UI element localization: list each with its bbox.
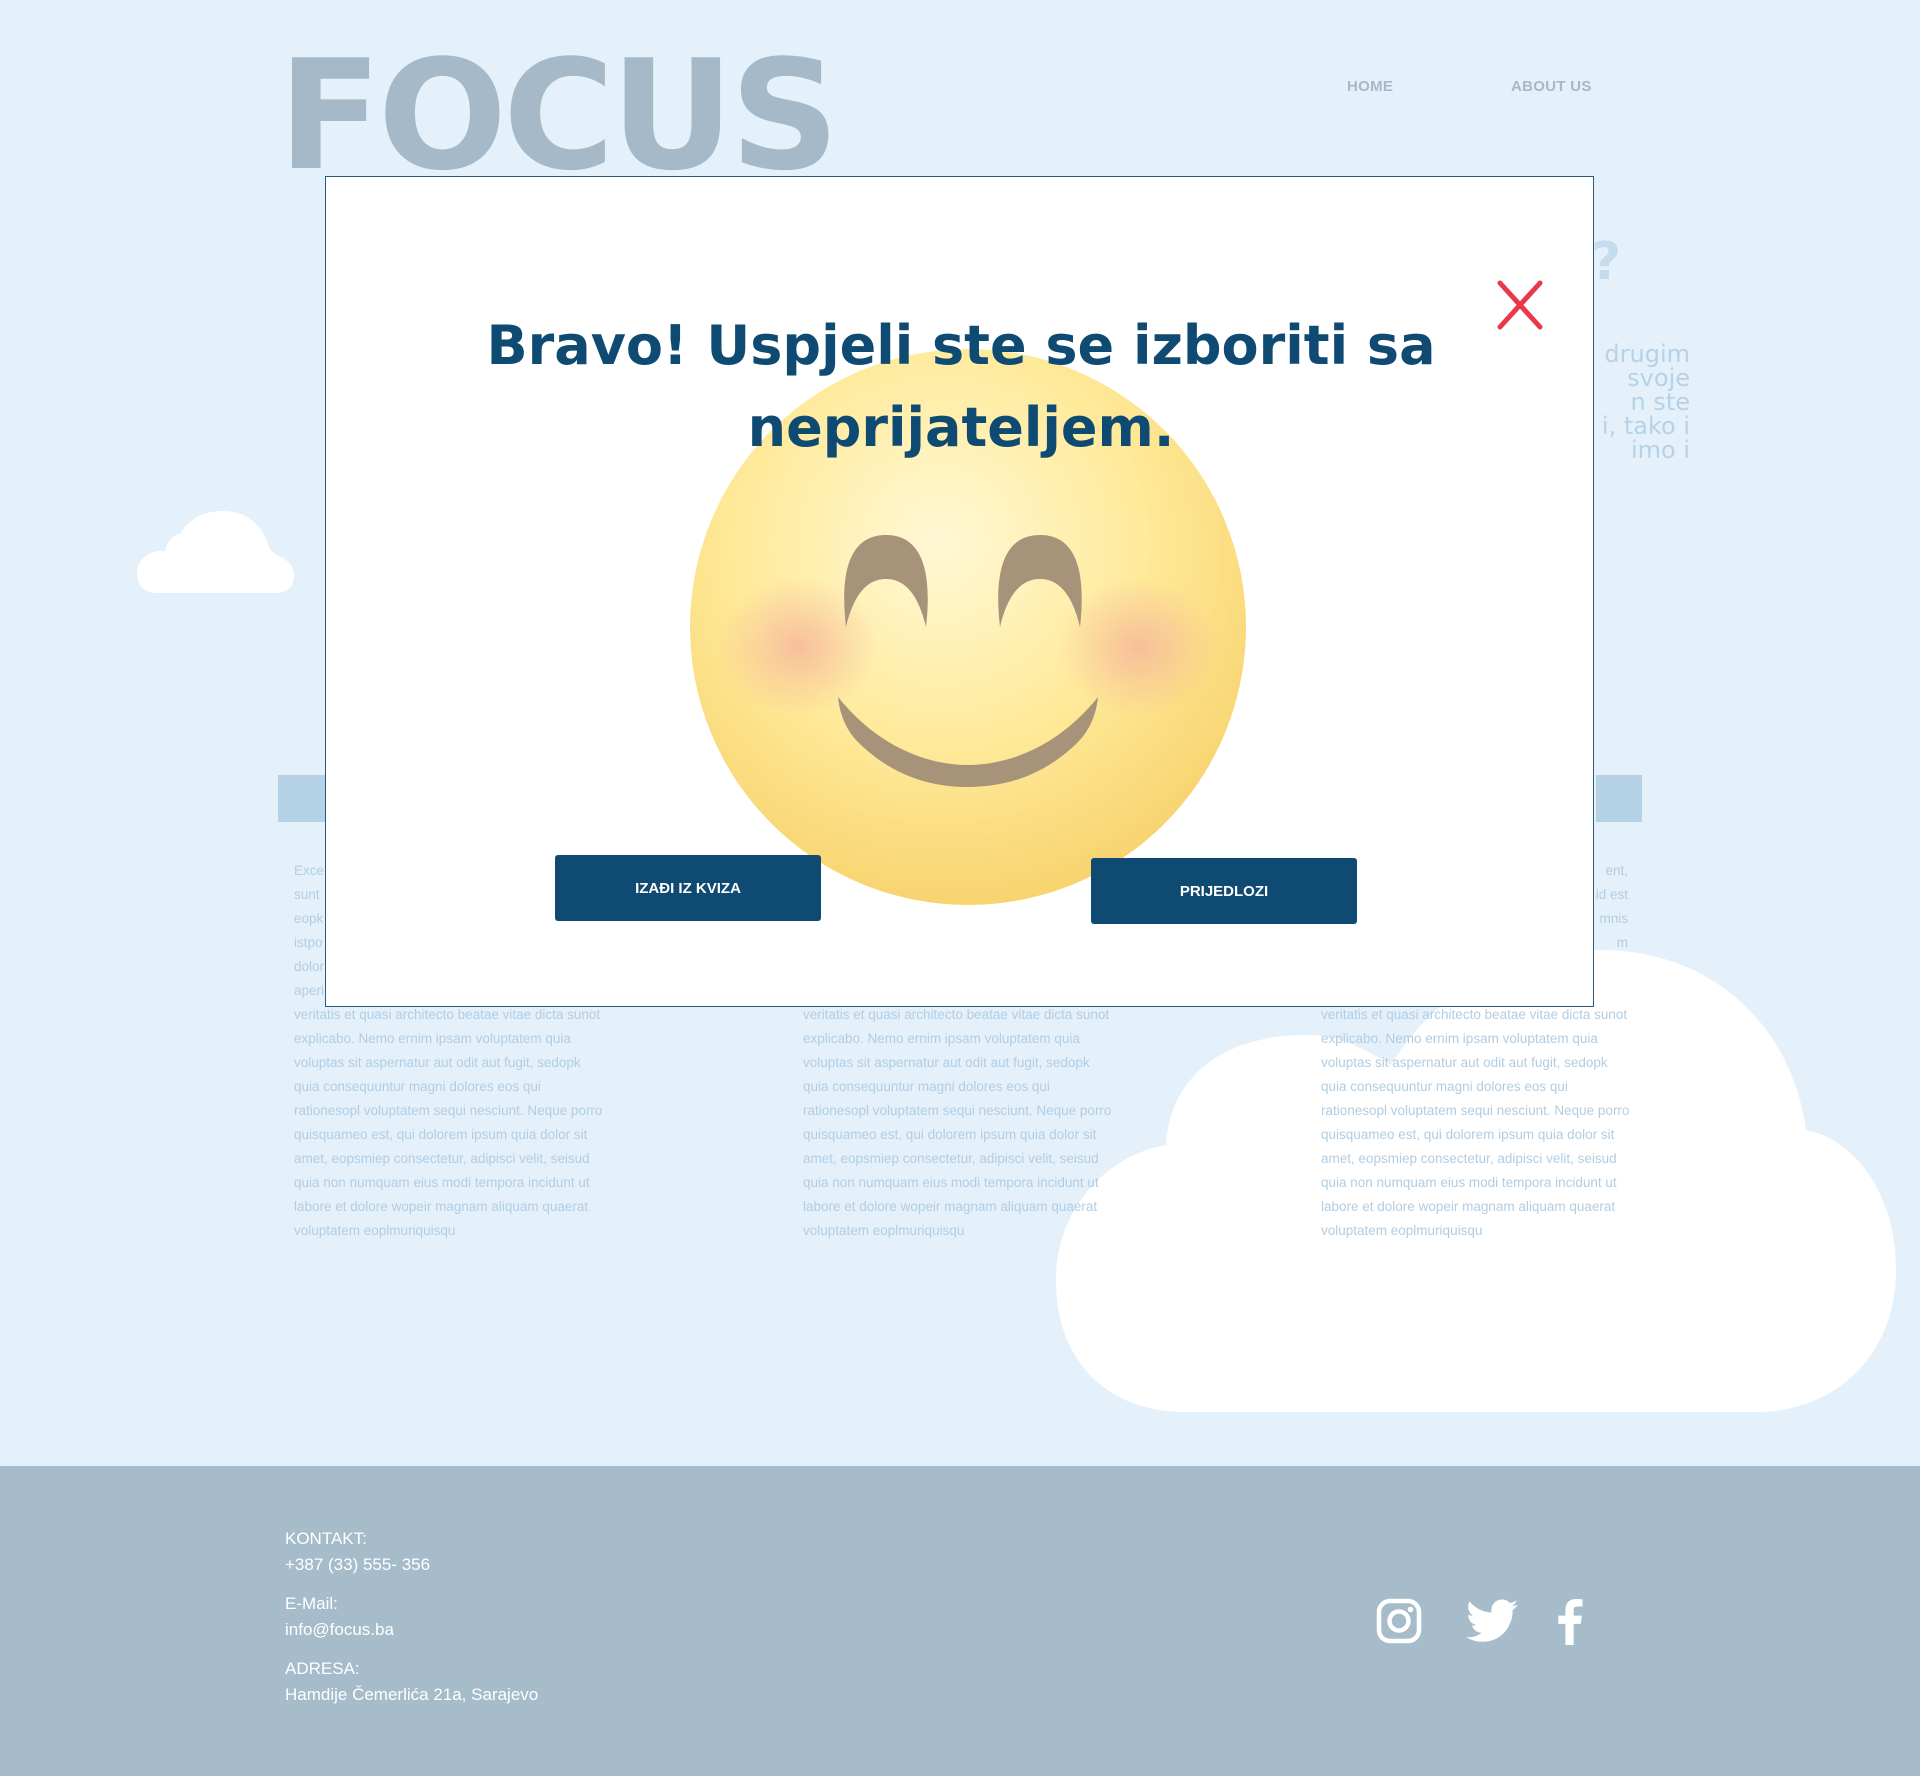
modal-title: Bravo! Uspjeli ste se izboriti sa neprij… (486, 314, 1436, 459)
nav-about-us[interactable]: ABOUT US (1511, 78, 1592, 95)
column-text: veritatis et quasi architecto beatae vit… (803, 1007, 1112, 1238)
cloud-icon (137, 511, 294, 593)
site-footer: KONTAKT: +387 (33) 555- 356 E-Mail: info… (0, 1466, 1920, 1776)
contact-email[interactable]: info@focus.ba (285, 1617, 538, 1643)
email-label: E-Mail: (285, 1594, 338, 1613)
twitter-icon[interactable] (1464, 1596, 1520, 1646)
column-text: veritatis et quasi architecto beatae vit… (1321, 1007, 1630, 1238)
result-modal: Bravo! Uspjeli ste se izboriti sa neprij… (325, 176, 1594, 1007)
suggestions-button[interactable]: PRIJEDLOZI (1091, 858, 1357, 924)
instagram-icon[interactable] (1374, 1596, 1424, 1646)
contact-address: Hamdije Čemerlića 21a, Sarajevo (285, 1685, 539, 1704)
section-band (1596, 775, 1642, 822)
contact-phone: +387 (33) 555- 356 (285, 1555, 431, 1574)
site-logo[interactable]: FOCUS (278, 40, 839, 192)
contact-label: KONTAKT: (285, 1529, 367, 1548)
column-text: veritatis et quasi architecto beatae vit… (294, 1007, 603, 1238)
exit-quiz-button[interactable]: IZAĐI IZ KVIZA (555, 855, 821, 921)
section-band (278, 775, 326, 822)
address-label: ADRESA: (285, 1659, 360, 1678)
facebook-icon[interactable] (1552, 1596, 1588, 1648)
close-icon[interactable] (1494, 279, 1546, 331)
contact-info: KONTAKT: +387 (33) 555- 356 E-Mail: info… (285, 1526, 538, 1721)
nav-home[interactable]: HOME (1347, 78, 1393, 95)
